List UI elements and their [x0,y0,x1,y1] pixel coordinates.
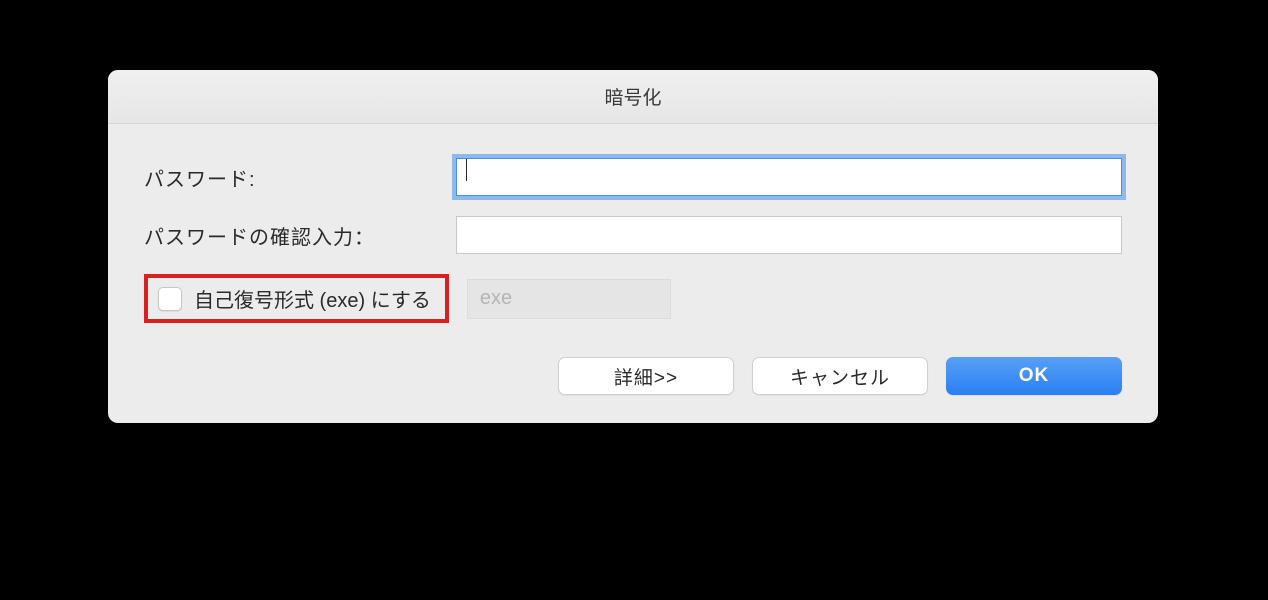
text-caret [466,159,467,181]
self-extract-row: 自己復号形式 (exe) にする exe [144,274,1122,323]
confirm-password-label: パスワードの確認入力： [144,221,456,250]
cancel-button[interactable]: キャンセル [752,357,928,395]
dialog-button-row: 詳細>> キャンセル OK [144,357,1122,395]
encryption-dialog: 暗号化 パスワード: パスワードの確認入力： 自己復号形式 (exe) にする … [108,70,1158,423]
details-button[interactable]: 詳細>> [558,357,734,395]
ok-button[interactable]: OK [946,357,1122,395]
dialog-title: 暗号化 [604,83,661,110]
exe-filename-input[interactable]: exe [467,279,671,319]
self-extract-label: 自己復号形式 (exe) にする [194,284,431,313]
confirm-password-row: パスワードの確認入力： [144,216,1122,254]
password-label: パスワード: [144,163,456,192]
password-input[interactable] [456,158,1122,196]
confirm-password-input[interactable] [456,216,1122,254]
dialog-titlebar: 暗号化 [108,70,1158,124]
self-extract-checkbox[interactable] [158,287,182,311]
dialog-content: パスワード: パスワードの確認入力： 自己復号形式 (exe) にする exe … [108,124,1158,423]
password-row: パスワード: [144,158,1122,196]
self-extract-checkbox-group[interactable]: 自己復号形式 (exe) にする [144,274,449,323]
exe-placeholder-text: exe [480,287,512,310]
